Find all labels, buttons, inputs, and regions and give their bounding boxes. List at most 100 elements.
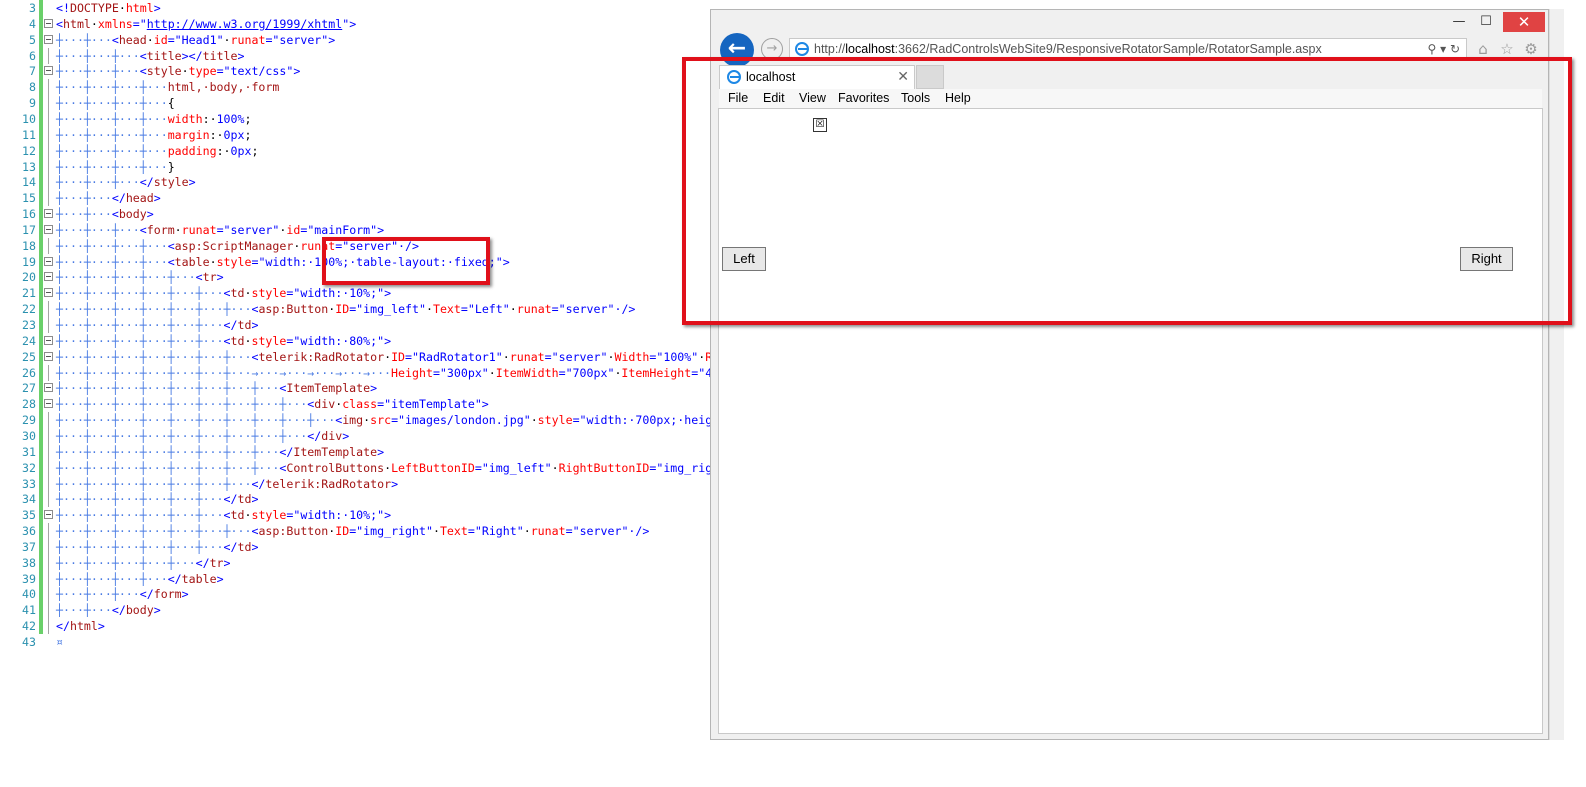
code-line[interactable]: 17 ┼···┼···┼···<form·runat="server"·id="m… [0, 221, 712, 238]
code-line[interactable]: 6 ┼···┼···┼···<title></title> [0, 47, 712, 64]
code-token: ; [251, 143, 259, 158]
code-line[interactable]: 38 ┼···┼···┼···┼···┼···</tr> [0, 554, 712, 571]
code-line[interactable]: 14 ┼···┼···┼···</style> [0, 174, 712, 191]
code-text: ┼···┼···</body> [56, 602, 161, 618]
maximize-button[interactable]: ☐ [1472, 12, 1500, 32]
fold-toggle-icon[interactable] [44, 383, 53, 393]
code-line[interactable]: 24 ┼···┼···┼···┼···┼···┼···<td·style="wid… [0, 332, 712, 349]
code-token: Width [614, 349, 650, 364]
code-line[interactable]: 10 ┼···┼···┼···┼···width:·100%; [0, 110, 712, 127]
favorites-star-icon[interactable]: ☆ [1497, 39, 1517, 59]
code-line[interactable]: 36 ┼···┼···┼···┼···┼···┼···┼···<asp:Butto… [0, 523, 712, 540]
code-token: ┼···┼···┼··· [56, 222, 140, 237]
fold-toggle-icon[interactable] [44, 34, 53, 44]
change-marker [39, 364, 43, 381]
code-line[interactable]: 35 ┼···┼···┼···┼···┼···┼···<td·style="wid… [0, 507, 712, 524]
fold-toggle-icon[interactable] [44, 272, 53, 282]
line-number: 41 [22, 603, 36, 618]
code-token: > [370, 381, 378, 396]
code-line[interactable]: 31 ┼···┼···┼···┼···┼···┼···┼···┼···</Item… [0, 443, 712, 460]
code-line[interactable]: 12 ┼···┼···┼···┼···padding:·0px; [0, 142, 712, 159]
code-line[interactable]: 11 ┼···┼···┼···┼···margin:·0px; [0, 126, 712, 143]
code-line[interactable]: 22 ┼···┼···┼···┼···┼···┼···┼···<asp:Butto… [0, 301, 712, 318]
code-token: asp:Button [258, 524, 329, 539]
line-number: 16 [22, 207, 36, 222]
fold-toggle-icon[interactable] [44, 288, 53, 298]
fold-toggle-icon[interactable] [44, 399, 53, 409]
code-line[interactable]: 7 ┼···┼···┼···<style·type="text/css"> [0, 63, 712, 80]
change-marker [39, 15, 43, 32]
code-token: ┼···┼···┼···┼···┼···┼···┼··· [56, 476, 252, 491]
code-line[interactable]: 43 ¤ [0, 634, 712, 650]
code-line[interactable]: 23 ┼···┼···┼···┼···┼···┼···</td> [0, 317, 712, 333]
code-token: style [146, 64, 182, 79]
code-line[interactable]: 5 ┼···┼···<head·id="Head1"·runat="server"… [0, 31, 712, 48]
code-token: ID [391, 349, 406, 364]
fold-toggle-icon[interactable] [44, 335, 53, 345]
code-line[interactable]: 41 ┼···┼···</body> [0, 602, 712, 619]
code-token: head [118, 32, 147, 47]
code-line[interactable]: 30 ┼···┼···┼···┼···┼···┼···┼···┼···┼···</… [0, 427, 712, 444]
fold-toggle-icon[interactable] [44, 510, 53, 520]
fold-toggle-icon[interactable] [44, 18, 53, 28]
search-icon[interactable]: ⚲ [1427, 42, 1436, 56]
fold-toggle-icon[interactable] [44, 351, 53, 361]
code-editor[interactable]: 3 <!DOCTYPE·html> 4 <html·xmlns="http://www… [0, 0, 712, 787]
code-line[interactable]: 34 ┼···┼···┼···┼···┼···┼···</td> [0, 491, 712, 508]
code-line[interactable]: 21 ┼···┼···┼···┼···┼···┼···<td·style="wid… [0, 285, 712, 302]
code-text: ┼···┼···┼···┼···} [56, 159, 175, 175]
fold-toggle-icon[interactable] [44, 66, 53, 76]
code-line[interactable]: 25 ┼···┼···┼···┼···┼···┼···┼···<telerik:R… [0, 348, 712, 365]
change-marker [39, 427, 43, 444]
code-token: ="width:·700px;·height:·300px;" [572, 413, 712, 428]
code-line[interactable]: 4 <html·xmlns="http://www.w3.org/1999/xht… [0, 15, 712, 32]
code-line[interactable]: 16 ┼···┼···<body> [0, 206, 712, 223]
code-token: ┼···┼···┼··· [56, 175, 140, 190]
change-marker [39, 443, 43, 460]
url-host: localhost [845, 42, 895, 56]
code-line[interactable]: 13 ┼···┼···┼···┼···} [0, 158, 712, 175]
change-marker [39, 95, 43, 112]
code-line[interactable]: 39 ┼···┼···┼···┼···</table> [0, 570, 712, 587]
change-marker [39, 618, 43, 635]
dropdown-icon[interactable]: ▾ [1440, 42, 1446, 56]
close-button[interactable]: ✕ [1503, 12, 1545, 32]
fold-guide [48, 190, 49, 207]
line-number: 20 [22, 270, 36, 285]
code-token: · [118, 1, 126, 15]
code-line[interactable]: 8 ┼···┼···┼···┼···html,·body,·form [0, 79, 712, 96]
code-line[interactable]: 40 ┼···┼···┼···</form> [0, 586, 712, 603]
code-token: < [167, 254, 175, 269]
code-line[interactable]: 42 </html> [0, 618, 712, 635]
settings-gear-icon[interactable]: ⚙ [1521, 39, 1541, 59]
fold-toggle-icon[interactable] [44, 256, 53, 266]
forward-arrow-icon: → [766, 41, 778, 56]
code-line[interactable]: 33 ┼···┼···┼···┼···┼···┼···┼···</telerik:… [0, 475, 712, 492]
code-token: < [223, 508, 231, 523]
fold-toggle-icon[interactable] [44, 224, 53, 234]
line-number: 34 [22, 492, 36, 507]
code-token: html [69, 619, 98, 634]
minimize-button[interactable]: — [1445, 12, 1473, 32]
fold-toggle-icon[interactable] [44, 209, 53, 219]
code-line[interactable]: 27 ┼···┼···┼···┼···┼···┼···┼···┼···<ItemT… [0, 380, 712, 397]
code-text: ┼···┼···┼···<style·type="text/css"> [56, 63, 300, 79]
change-marker [39, 412, 43, 429]
code-line[interactable]: 3 <!DOCTYPE·html> [0, 0, 712, 16]
code-line[interactable]: 9 ┼···┼···┼···┼···{ [0, 95, 712, 112]
code-text: ┼···┼···┼···┼···┼···┼···┼···</telerik:Ra… [56, 476, 398, 492]
code-line[interactable]: 32 ┼···┼···┼···┼···┼···┼···┼···┼···<Contr… [0, 459, 712, 476]
fold-guide [48, 475, 49, 492]
code-token: ItemTemplate [286, 381, 371, 396]
refresh-icon[interactable]: ↻ [1450, 42, 1460, 56]
code-token: </ [139, 587, 154, 602]
code-line[interactable]: 28 ┼···┼···┼···┼···┼···┼···┼···┼···┼···<d… [0, 396, 712, 413]
code-token: "> [342, 16, 357, 31]
home-icon[interactable]: ⌂ [1473, 39, 1493, 59]
code-line[interactable]: 29 ┼···┼···┼···┼···┼···┼···┼···┼···┼···┼·… [0, 412, 712, 429]
code-line[interactable]: 37 ┼···┼···┼···┼···┼···┼···</td> [0, 538, 712, 555]
code-line[interactable]: 26 ┼···┼···┼···┼···┼···┼···┼···→···→···→·… [0, 364, 712, 381]
code-line[interactable]: 15 ┼···┼···</head> [0, 190, 712, 207]
change-marker [39, 396, 43, 413]
code-token: padding [167, 143, 217, 158]
